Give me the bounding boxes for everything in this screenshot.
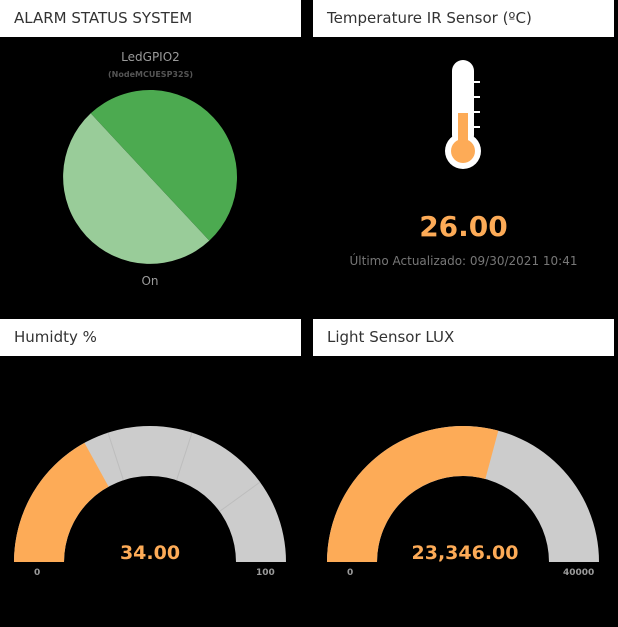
thermometer-icon bbox=[445, 60, 481, 169]
humidity-min-label: 0 bbox=[34, 568, 41, 578]
humidity-value: 34.00 bbox=[119, 542, 181, 564]
last-updated-text: Último Actualizado: 09/30/2021 10:41 bbox=[349, 254, 578, 268]
light-value: 23,346.00 bbox=[411, 542, 519, 564]
pie-chart bbox=[63, 89, 238, 264]
light-max-label: 40000 bbox=[563, 568, 595, 578]
light-min-label: 0 bbox=[347, 568, 354, 578]
temperature-value: 26.00 bbox=[419, 210, 508, 243]
pie-chart-subtitle: (NodeMCUESP32S) bbox=[108, 70, 193, 79]
humidity-widget-title: Humidty % bbox=[0, 319, 301, 356]
humidity-max-label: 100 bbox=[256, 568, 275, 578]
light-widget-title: Light Sensor LUX bbox=[313, 319, 614, 356]
pie-chart-title: LedGPIO2 bbox=[121, 50, 180, 64]
temperature-widget-title: Temperature IR Sensor (ºC) bbox=[313, 0, 614, 37]
alarm-widget-title: ALARM STATUS SYSTEM bbox=[0, 0, 301, 37]
pie-slice-label: On bbox=[141, 274, 159, 288]
